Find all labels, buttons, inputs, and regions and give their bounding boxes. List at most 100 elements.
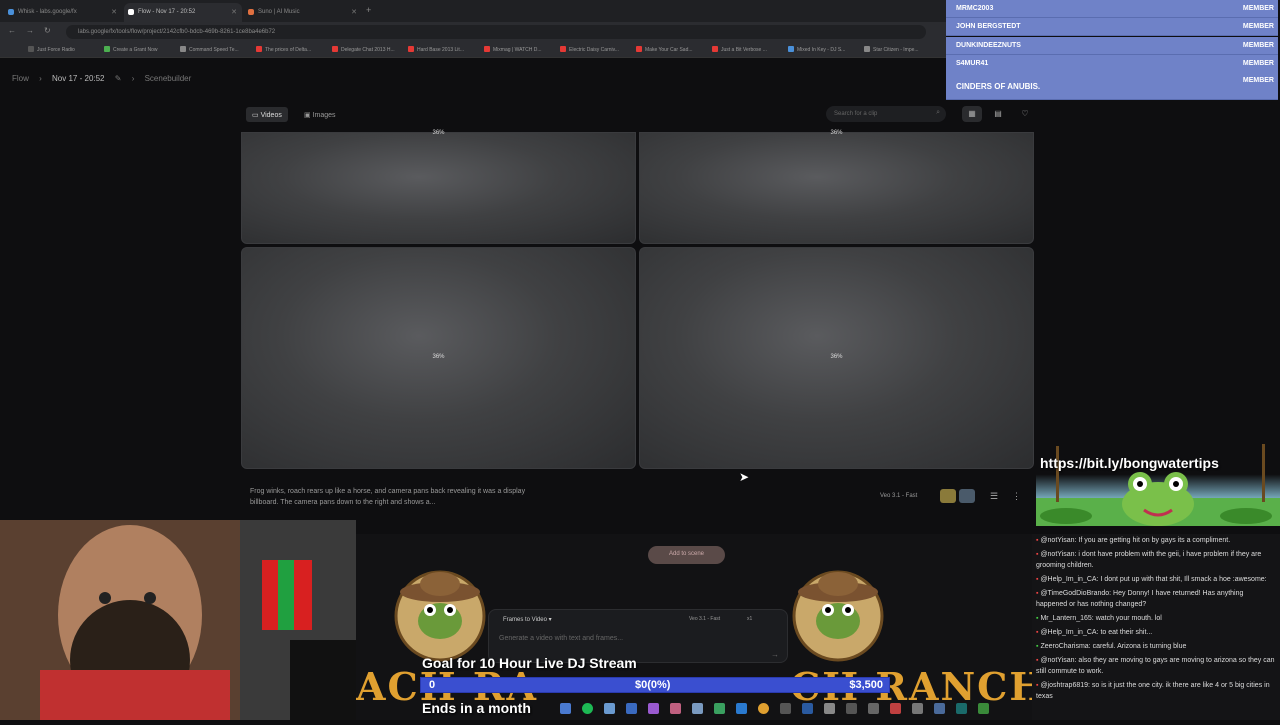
forward-icon[interactable]: → bbox=[26, 26, 34, 35]
close-icon[interactable]: ✕ bbox=[351, 8, 357, 16]
chat-message: ▪ @notYisan: i dont have problem with th… bbox=[1032, 548, 1280, 573]
back-icon[interactable]: ← bbox=[8, 26, 16, 35]
more-options-icon[interactable]: ⋮ bbox=[1012, 491, 1021, 502]
browser-tab-whisk[interactable]: Whisk - labs.google/fx ✕ bbox=[4, 3, 122, 22]
close-icon[interactable]: ✕ bbox=[231, 8, 237, 16]
bookmark-item[interactable]: Star Citizen - Impe... bbox=[864, 46, 919, 53]
list-icon[interactable]: ☰ bbox=[990, 491, 998, 502]
bookmark-item[interactable]: Create a Grant Now bbox=[104, 46, 157, 53]
add-to-scene-label: Add to scene bbox=[668, 551, 705, 557]
video-icon: ▭ bbox=[252, 112, 261, 119]
breadcrumb-scenebuilder[interactable]: Scenebuilder bbox=[145, 74, 192, 83]
bookmark-label: Create a Grant Now bbox=[113, 47, 158, 53]
chat-text: I dont put up with that shit, Ill smack … bbox=[1100, 576, 1267, 583]
app-icon[interactable] bbox=[670, 703, 681, 714]
bookmark-item[interactable]: Mixed In Key - DJ S... bbox=[788, 46, 845, 53]
clip-search-input[interactable]: Search for a clip ⌕ bbox=[826, 106, 946, 122]
app-icon[interactable] bbox=[560, 703, 571, 714]
bookmark-favicon-icon bbox=[28, 46, 34, 52]
bookmark-label: Star Citizen - Impe... bbox=[873, 47, 919, 53]
add-to-scene-button[interactable]: Add to scene bbox=[648, 546, 725, 564]
app-icon[interactable] bbox=[626, 703, 637, 714]
bookmark-favicon-icon bbox=[636, 46, 642, 52]
frame-thumbnail[interactable] bbox=[940, 489, 956, 503]
app-icon[interactable] bbox=[780, 703, 791, 714]
chat-username: @Help_Im_in_CA: bbox=[1040, 576, 1101, 583]
model-label: Veo 3.1 - Fast bbox=[880, 493, 918, 499]
video-tile[interactable]: 36% bbox=[639, 247, 1034, 469]
member-badge: MEMBER bbox=[1242, 5, 1274, 12]
tab-videos[interactable]: ▭ Videos bbox=[246, 107, 288, 122]
bookmark-item[interactable]: Electric Daisy Carniv... bbox=[560, 46, 619, 53]
bookmark-item[interactable]: The prices of Delta... bbox=[256, 46, 311, 53]
app-icon[interactable] bbox=[934, 703, 945, 714]
model-dropdown[interactable]: Veo 3.1 - Fast bbox=[689, 616, 720, 622]
mode-dropdown[interactable]: Frames to Video ▾ bbox=[503, 616, 552, 623]
browser-tab-flow[interactable]: Flow - Nov 17 - 20:52 ✕ bbox=[124, 3, 242, 22]
app-icon[interactable] bbox=[648, 703, 659, 714]
bookmark-favicon-icon bbox=[484, 46, 490, 52]
spotify-icon[interactable] bbox=[582, 703, 593, 714]
breadcrumb-separator: › bbox=[39, 74, 42, 83]
goal-target: $3,500 bbox=[849, 679, 883, 691]
progress-percent: 36% bbox=[830, 130, 843, 136]
bookmark-label: Command Speed Te... bbox=[189, 47, 239, 53]
bookmark-item[interactable]: Make Your Car Sad... bbox=[636, 46, 693, 53]
chat-text: If you are getting hit on by gays its a … bbox=[1078, 537, 1231, 544]
app-icon[interactable] bbox=[890, 703, 901, 714]
app-icon[interactable] bbox=[692, 703, 703, 714]
mode-label: Frames to Video bbox=[503, 617, 547, 623]
video-tile[interactable]: 36% bbox=[241, 130, 636, 244]
app-icon[interactable] bbox=[824, 703, 835, 714]
progress-percent: 36% bbox=[432, 130, 445, 136]
app-icon[interactable] bbox=[868, 703, 879, 714]
bookmark-favicon-icon bbox=[788, 46, 794, 52]
favorites-button[interactable]: ♡ bbox=[1015, 106, 1035, 122]
grid-view-button[interactable]: ▦ bbox=[962, 106, 982, 122]
bookmark-label: The prices of Delta... bbox=[265, 47, 312, 53]
list-view-button[interactable]: ▤ bbox=[988, 106, 1008, 122]
progress-percent: 36% bbox=[830, 354, 843, 360]
breadcrumb-flow[interactable]: Flow bbox=[12, 74, 29, 83]
mouse-cursor-icon: ➤ bbox=[739, 470, 750, 484]
frame-thumbnail[interactable] bbox=[959, 489, 975, 503]
app-icon[interactable] bbox=[956, 703, 967, 714]
breadcrumb-project[interactable]: Nov 17 - 20:52 bbox=[52, 74, 104, 83]
bookmark-item[interactable]: Hard Base 2013 Lit... bbox=[408, 46, 464, 53]
video-tile[interactable]: 36% bbox=[639, 130, 1034, 244]
app-icon[interactable] bbox=[846, 703, 857, 714]
output-count[interactable]: x1 bbox=[747, 616, 752, 622]
reload-icon[interactable]: ↻ bbox=[44, 26, 51, 35]
new-tab-button[interactable]: + bbox=[366, 5, 371, 15]
webcam-feed bbox=[0, 520, 356, 720]
bookmark-item[interactable]: Just Force Radio bbox=[28, 46, 75, 53]
app-icon[interactable] bbox=[912, 703, 923, 714]
chat-username: @notYisan: bbox=[1040, 537, 1079, 544]
excel-icon[interactable] bbox=[714, 703, 725, 714]
bookmark-item[interactable]: Delegate Chat 2013 H... bbox=[332, 46, 395, 53]
bookmark-item[interactable]: Command Speed Te... bbox=[180, 46, 239, 53]
tab-label: Whisk - labs.google/fx bbox=[18, 9, 77, 15]
tab-images[interactable]: ▣ Images bbox=[298, 107, 342, 122]
browser-tab-suno[interactable]: Suno | AI Music ✕ bbox=[244, 3, 362, 22]
member-name: S4MUR41 bbox=[956, 60, 989, 67]
app-icon[interactable] bbox=[802, 703, 813, 714]
video-tile[interactable]: 36% bbox=[241, 247, 636, 469]
pencil-icon[interactable]: ✎ bbox=[115, 74, 122, 83]
bookmark-item[interactable]: Mixmag | WATCH D... bbox=[484, 46, 542, 53]
close-icon[interactable]: ✕ bbox=[111, 8, 117, 16]
url-field[interactable]: labs.google/fx/tools/flow/project/2142cf… bbox=[66, 25, 926, 39]
frog-ranch-logo-left bbox=[390, 566, 490, 662]
member-badge: MEMBER bbox=[1242, 60, 1274, 67]
chrome-icon[interactable] bbox=[758, 703, 769, 714]
prompt-input[interactable]: Generate a video with text and frames... bbox=[499, 635, 623, 642]
app-icon[interactable] bbox=[978, 703, 989, 714]
chat-message: ▪ @TimeGodDioBrando: Hey Donny! I have r… bbox=[1032, 587, 1280, 612]
bookmark-favicon-icon bbox=[864, 46, 870, 52]
app-icon[interactable] bbox=[736, 703, 747, 714]
overlay-link: https://bit.ly/bongwatertips bbox=[1040, 455, 1219, 471]
browser-tab-bar: Whisk - labs.google/fx ✕ Flow - Nov 17 -… bbox=[0, 0, 946, 22]
bookmark-item[interactable]: Just a Bit Verbose ... bbox=[712, 46, 767, 53]
app-icon[interactable] bbox=[604, 703, 615, 714]
grid-icon: ▦ bbox=[968, 109, 976, 118]
